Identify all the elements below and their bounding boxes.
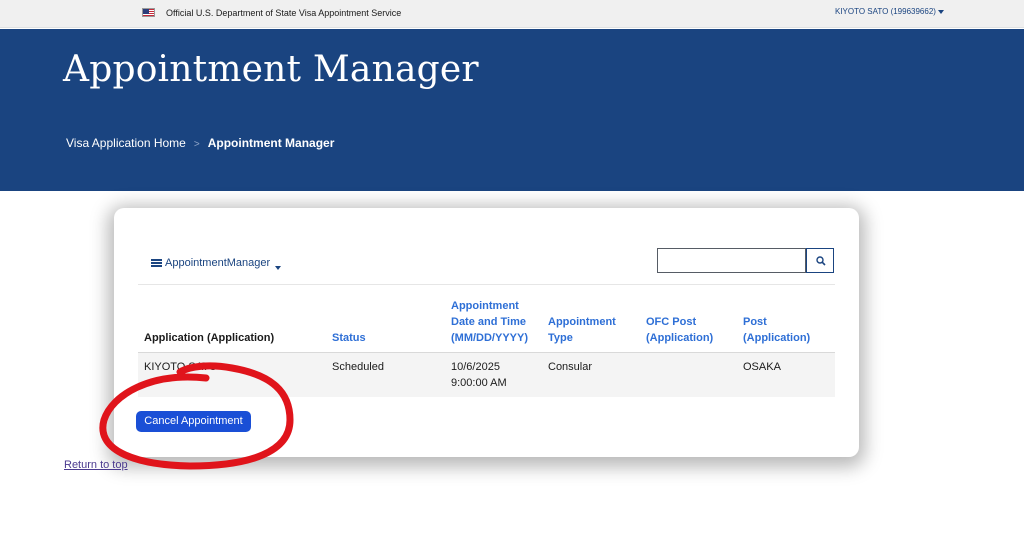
table-header-row: Application (Application) Status Appoint… [138,298,835,353]
list-icon [151,259,162,267]
user-name-label: KIYOTO SATO (199639662) [835,7,936,16]
official-banner: Official U.S. Department of State Visa A… [0,0,1024,28]
cell-post: OSAKA [737,352,835,397]
caret-down-icon [937,9,944,14]
cell-type: Consular [542,352,640,397]
breadcrumb-home-link[interactable]: Visa Application Home [66,136,186,150]
search-icon [816,256,826,266]
page-header: Appointment Manager Visa Application Hom… [0,29,1024,191]
column-header-status[interactable]: Status [326,298,445,353]
user-menu[interactable]: KIYOTO SATO (199639662) [835,7,944,16]
cancel-appointment-button[interactable]: Cancel Appointment [136,411,251,432]
cell-ofc-post [640,352,737,397]
table-row[interactable]: KIYOTO SATO Scheduled 10/6/2025 9:00:00 A… [138,352,835,397]
us-flag-icon [142,8,155,17]
appointment-manager-card: AppointmentManager Application (Applicat… [114,208,859,457]
column-header-type[interactable]: Appointment Type [542,298,640,353]
appointment-manager-label: AppointmentManager [165,257,271,269]
cell-status: Scheduled [326,352,445,397]
breadcrumb-separator: > [193,139,200,150]
search-input[interactable] [657,248,806,273]
return-to-top-link[interactable]: Return to top [64,459,128,471]
breadcrumb-current: Appointment Manager [207,136,335,150]
breadcrumb: Visa Application Home > Appointment Manage… [66,136,334,150]
appointment-manager-dropdown[interactable]: AppointmentManager [151,257,282,270]
cell-application: KIYOTO SATO [138,352,326,397]
page-title: Appointment Manager [63,49,479,90]
cell-date-time: 10/6/2025 9:00:00 AM [445,352,542,397]
column-header-application[interactable]: Application (Application) [138,298,326,353]
column-header-post[interactable]: Post (Application) [737,298,835,353]
appointments-table: Application (Application) Status Appoint… [138,298,835,397]
official-banner-text: Official U.S. Department of State Visa A… [166,8,402,18]
column-header-date[interactable]: Appointment Date and Time (MM/DD/YYYY) [445,298,542,353]
chevron-down-icon [275,266,282,270]
divider [138,284,835,285]
search-button[interactable] [806,248,834,273]
column-header-ofc-post[interactable]: OFC Post (Application) [640,298,737,353]
